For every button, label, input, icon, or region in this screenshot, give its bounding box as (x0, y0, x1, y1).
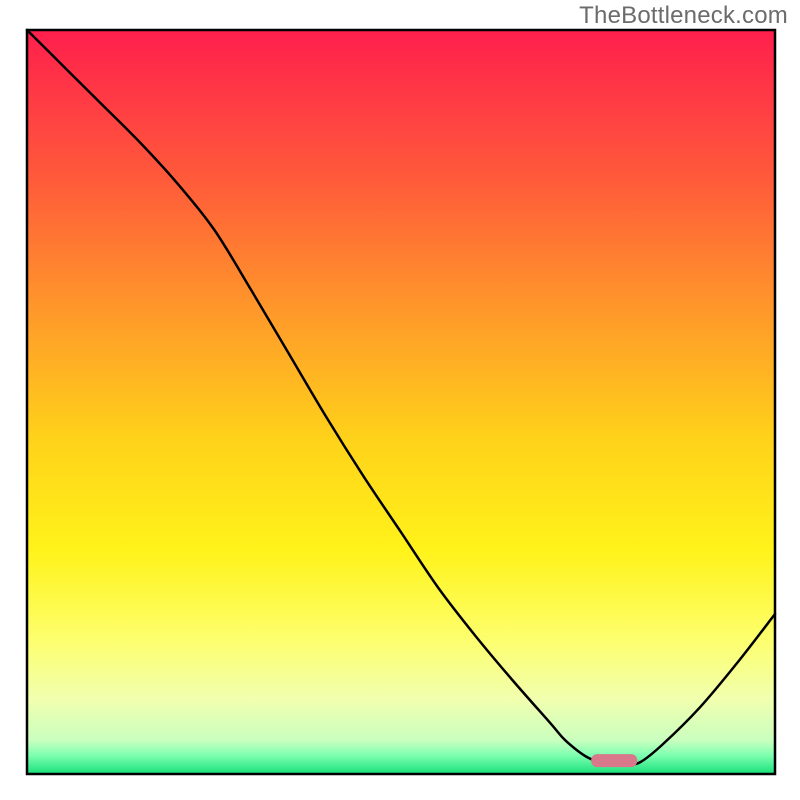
watermark-text: TheBottleneck.com (579, 2, 788, 30)
bottleneck-chart (0, 0, 800, 800)
optimum-marker (591, 754, 637, 767)
